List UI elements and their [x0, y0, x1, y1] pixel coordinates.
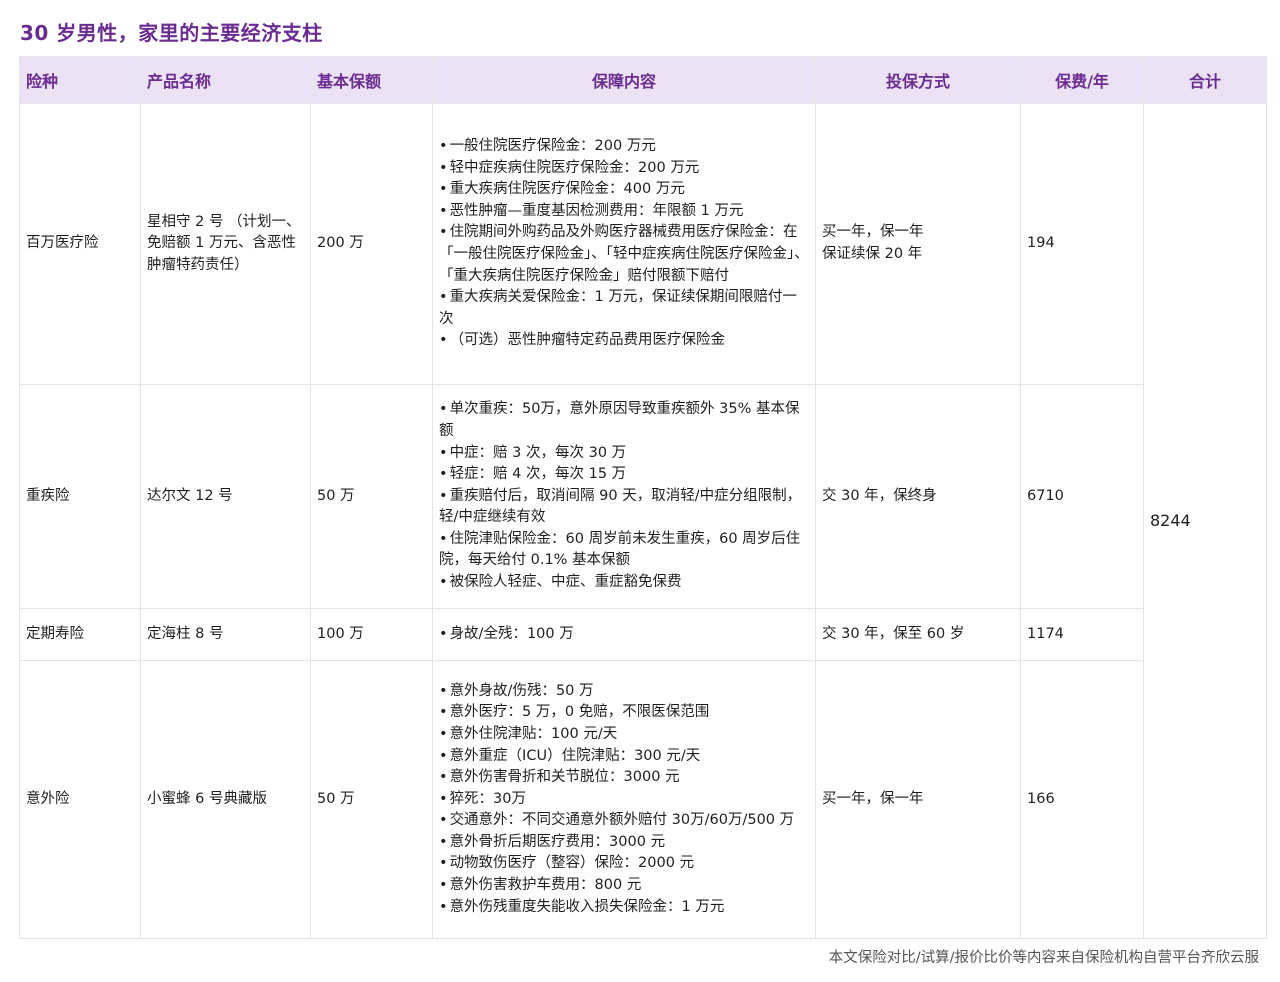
header-premium: 保费/年 — [1020, 56, 1144, 104]
coverage-item: • 中症：赔 3 次，每次 30 万 — [439, 444, 627, 461]
coverage-item: • 住院津贴保险金：60 周岁前未发生重疾，60 周岁后住院，每天给付 0.1% … — [439, 530, 801, 569]
coverage-item: • 轻中症疾病住院医疗保险金：200 万元 — [439, 159, 700, 176]
insurance-comparison-table: 险种 产品名称 基本保额 保障内容 投保方式 保费/年 合计 百万医疗险 星相守… — [19, 56, 1267, 939]
coverage-item: • 轻症：赔 4 次，每次 15 万 — [439, 466, 627, 483]
page-title: 30 岁男性，家里的主要经济支柱 — [20, 21, 323, 45]
table-row: 百万医疗险 星相守 2 号 （计划一、免赔额 1 万元、含恶性肿瘤特药责任） 2… — [19, 103, 1267, 939]
coverage-item: • 意外伤残重度失能收入损失保险金：1 万元 — [439, 898, 725, 915]
cell-amount: 200 万 — [310, 103, 433, 385]
coverage-list: • 意外身故/伤残：50 万 • 意外医疗：5 万，0 免赔，不限医保范围 • 意外住… — [439, 681, 809, 919]
method-line: 买一年，保一年 — [822, 790, 924, 807]
coverage-item: • （可选）恶性肿瘤特定药品费用医疗保险金 — [439, 332, 726, 349]
table-row: 意外险 小蜜蜂 6 号典藏版 50 万 • 意外身故/伤残：50 万 • 意外医疗：… — [19, 660, 1267, 939]
cell-amount: 50 万 — [310, 660, 433, 939]
cell-premium: 166 — [1020, 660, 1144, 939]
coverage-item: • 重大疾病关爱保险金：1 万元，保证续保期间限赔付一次 — [439, 289, 797, 327]
coverage-item: • 意外身故/伤残：50 万 — [439, 682, 594, 699]
cell-coverage: • 身故/全残：100 万 — [432, 608, 816, 661]
coverage-list: • 单次重疾：50万，意外原因导致重疾额外 35% 基本保额 • 中症：赔 3 次，… — [439, 399, 809, 593]
cell-method: 交 30 年，保终身 — [815, 384, 1021, 609]
cell-amount: 50 万 — [310, 384, 433, 609]
table-header-row: 险种 产品名称 基本保额 保障内容 投保方式 保费/年 合计 — [19, 56, 1267, 104]
coverage-item: • 被保险人轻症、中症、重症豁免保费 — [439, 574, 682, 591]
coverage-item: • 猝死：30万 — [439, 790, 527, 807]
cell-coverage: • 一般住院医疗保险金：200 万元 • 轻中症疾病住院医疗保险金：200 万元 •… — [432, 103, 816, 385]
coverage-item: • 单次重疾：50万，意外原因导致重疾额外 35% 基本保额 — [439, 401, 800, 439]
coverage-item: • 身故/全残：100 万 — [439, 625, 574, 642]
header-method: 投保方式 — [815, 56, 1021, 104]
cell-total: 8244 — [1143, 103, 1267, 939]
cell-amount: 100 万 — [310, 608, 433, 661]
cell-coverage: • 意外身故/伤残：50 万 • 意外医疗：5 万，0 免赔，不限医保范围 • 意外住… — [432, 660, 816, 939]
cell-method: 交 30 年，保至 60 岁 — [815, 608, 1021, 661]
cell-type: 定期寿险 — [19, 608, 141, 661]
coverage-item: • 意外伤害救护车费用：800 元 — [439, 877, 642, 894]
cell-type: 重疾险 — [19, 384, 141, 609]
cell-product: 定海柱 8 号 — [140, 608, 311, 661]
method-line: 交 30 年，保终身 — [822, 487, 937, 504]
coverage-item: • 重疾赔付后，取消间隔 90 天，取消轻/中症分组限制，轻/中症继续有效 — [439, 487, 802, 526]
cell-product: 达尔文 12 号 — [140, 384, 311, 609]
cell-premium: 1174 — [1020, 608, 1144, 661]
header-amount: 基本保额 — [310, 56, 433, 104]
cell-product: 星相守 2 号 （计划一、免赔额 1 万元、含恶性肿瘤特药责任） — [140, 103, 311, 385]
method-line: 买一年，保一年 — [822, 224, 924, 241]
cell-premium: 194 — [1020, 103, 1144, 385]
coverage-item: • 动物致伤医疗（整容）保险：2000 元 — [439, 855, 695, 872]
cell-coverage: • 单次重疾：50万，意外原因导致重疾额外 35% 基本保额 • 中症：赔 3 次，… — [432, 384, 816, 609]
coverage-item: • 意外骨折后期医疗费用：3000 元 — [439, 833, 666, 850]
cell-type: 意外险 — [19, 660, 141, 939]
coverage-item: • 意外重症（ICU）住院津贴：300 元/天 — [439, 747, 701, 764]
table-row: 定期寿险 定海柱 8 号 100 万 • 身故/全残：100 万 交 30 年，保… — [19, 608, 1267, 661]
table-row: 重疾险 达尔文 12 号 50 万 • 单次重疾：50万，意外原因导致重疾额外 3… — [19, 384, 1267, 609]
coverage-item: • 交通意外：不同交通意外额外赔付 30万/60万/500 万 — [439, 812, 795, 829]
cell-method: 买一年，保一年 — [815, 660, 1021, 939]
method-line: 交 30 年，保至 60 岁 — [822, 625, 965, 642]
header-product: 产品名称 — [140, 56, 311, 104]
coverage-item: • 住院期间外购药品及外购医疗器械费用医疗保险金：在「一般住院医疗保险金」、「轻中… — [439, 224, 809, 284]
header-total: 合计 — [1143, 56, 1267, 104]
header-coverage: 保障内容 — [432, 56, 816, 104]
header-type: 险种 — [19, 56, 141, 104]
coverage-item: • 一般住院医疗保险金：200 万元 — [439, 138, 656, 155]
cell-product: 小蜜蜂 6 号典藏版 — [140, 660, 311, 939]
cell-method: 买一年，保一年 保证续保 20 年 — [815, 103, 1021, 385]
cell-type: 百万医疗险 — [19, 103, 141, 385]
source-footnote: 本文保险对比/试算/报价比价等内容来自保险机构自营平台齐欣云服 — [828, 950, 1259, 966]
coverage-item: • 意外医疗：5 万，0 免赔，不限医保范围 — [439, 704, 710, 721]
coverage-item: • 恶性肿瘤—重度基因检测费用：年限额 1 万元 — [439, 202, 744, 219]
coverage-list: • 身故/全残：100 万 — [439, 624, 809, 646]
coverage-item: • 重大疾病住院医疗保险金：400 万元 — [439, 181, 685, 198]
coverage-list: • 一般住院医疗保险金：200 万元 • 轻中症疾病住院医疗保险金：200 万元 •… — [439, 136, 809, 352]
coverage-item: • 意外住院津贴：100 元/天 — [439, 725, 618, 742]
cell-premium: 6710 — [1020, 384, 1144, 609]
method-line: 保证续保 20 年 — [822, 246, 923, 262]
coverage-item: • 意外伤害骨折和关节脱位：3000 元 — [439, 769, 680, 786]
